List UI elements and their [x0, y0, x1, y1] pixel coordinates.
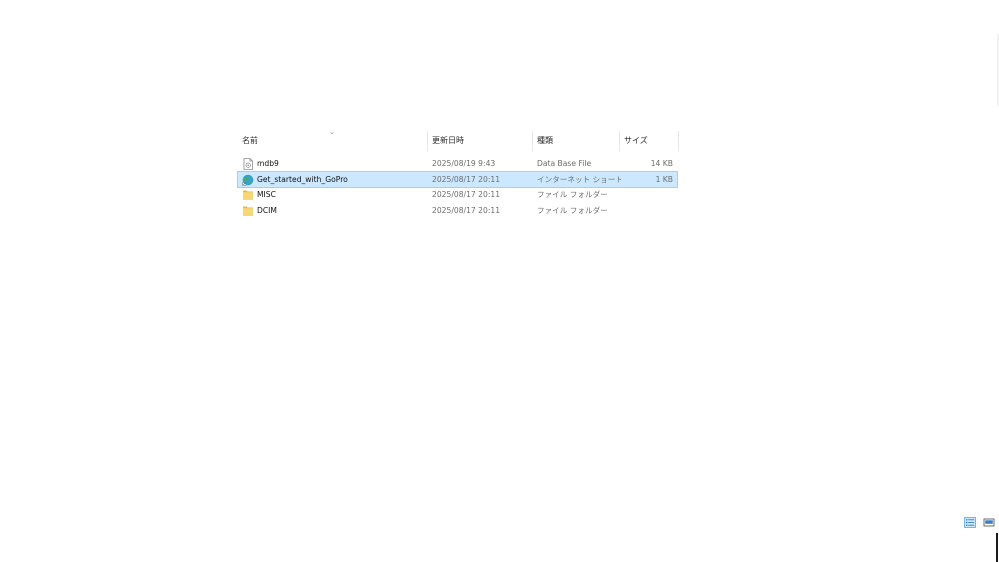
internet-shortcut-icon [242, 174, 254, 186]
file-row-get-started-with-gopro[interactable]: Get_started_with_GoPro 2025/08/17 20:11 … [237, 170, 678, 188]
column-header-date[interactable]: 更新日時 [432, 131, 464, 151]
file-row-misc[interactable]: MISC 2025/08/17 20:11 ファイル フォルダー [238, 187, 677, 203]
file-row-mdb9[interactable]: mdb9 2025/08/19 9:43 Data Base File 14 K… [238, 156, 677, 172]
file-row-dcim[interactable]: DCIM 2025/08/17 20:11 ファイル フォルダー [238, 203, 677, 219]
file-type: ファイル フォルダー [537, 190, 608, 199]
column-header-name[interactable]: 名前 [242, 131, 258, 151]
file-type: ファイル フォルダー [537, 205, 608, 215]
file-name: DCIM [257, 205, 277, 215]
column-header-size[interactable]: サイズ [624, 131, 648, 151]
file-size: 1 KB [655, 174, 673, 184]
column-header-type[interactable]: 種類 [537, 131, 553, 151]
details-view-icon[interactable] [964, 517, 976, 528]
window-resize-edge[interactable] [996, 533, 998, 562]
column-header-bar: 名前 ⌄ 更新日時 種類 サイズ [238, 128, 679, 151]
file-type: インターネット ショート... [537, 174, 621, 184]
folder-icon [243, 190, 253, 200]
file-name: MISC [257, 190, 276, 199]
file-type: Data Base File [537, 159, 592, 168]
file-date: 2025/08/17 20:11 [432, 205, 501, 215]
column-divider[interactable] [532, 131, 533, 151]
file-name: Get_started_with_GoPro [257, 174, 348, 184]
file-rows: mdb9 2025/08/19 9:43 Data Base File 14 K… [237, 156, 679, 219]
column-divider[interactable] [619, 131, 620, 151]
file-list: 名前 ⌄ 更新日時 種類 サイズ mdb9 2025/08/19 9:43 Da… [237, 128, 679, 219]
file-size: 14 KB [650, 159, 673, 168]
file-date: 2025/08/17 20:11 [432, 190, 501, 199]
sort-ascending-icon: ⌄ [329, 128, 335, 136]
file-name: mdb9 [257, 159, 279, 168]
column-divider[interactable] [427, 131, 428, 151]
file-date: 2025/08/17 20:11 [432, 174, 501, 184]
folder-icon [243, 206, 253, 216]
database-file-icon [243, 158, 253, 170]
file-date: 2025/08/19 9:43 [432, 159, 496, 168]
large-icons-view-icon[interactable] [983, 517, 995, 528]
column-divider[interactable] [678, 131, 679, 151]
